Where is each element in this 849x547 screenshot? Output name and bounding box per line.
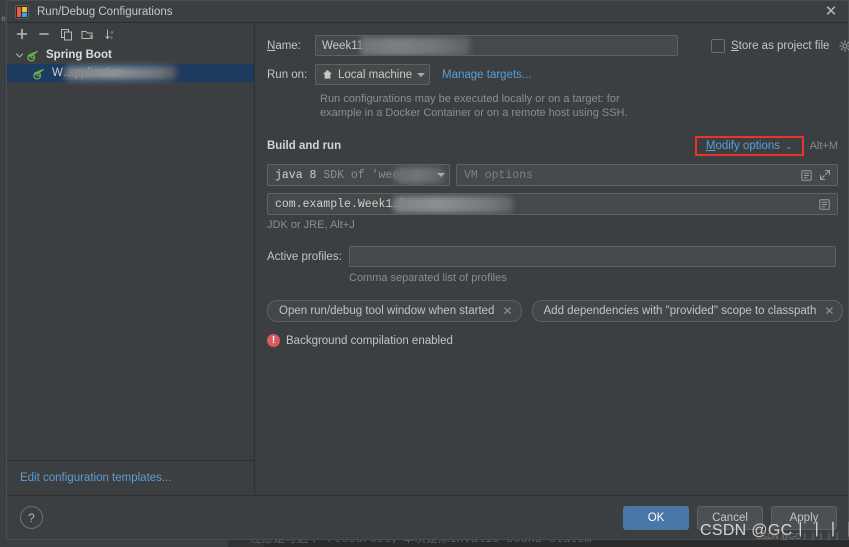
- run-debug-configurations-dialog: Run/Debug Configurations ✕ a z Spring Bo…: [6, 0, 849, 540]
- spring-boot-icon: [32, 66, 48, 80]
- chevron-down-icon[interactable]: [437, 173, 445, 177]
- store-as-project-file-checkbox[interactable]: Store as project file: [711, 38, 849, 53]
- dialog-title: Run/Debug Configurations: [37, 5, 173, 18]
- dialog-titlebar: Run/Debug Configurations ✕: [7, 1, 848, 23]
- chevron-down-icon[interactable]: [13, 51, 26, 60]
- main-class-input[interactable]: com.example.Week1…lication: [267, 193, 838, 215]
- apply-button[interactable]: Apply: [771, 505, 837, 530]
- active-profiles-row: Active profiles:: [267, 246, 838, 267]
- configurations-tree: Spring Boot W…pplication: [7, 45, 254, 460]
- list-icon[interactable]: [799, 168, 814, 183]
- tree-item-spring-boot[interactable]: Spring Boot: [7, 46, 254, 64]
- name-label: Name:: [267, 39, 301, 52]
- chip-open-run-debug-tool-window[interactable]: Open run/debug tool window when started …: [267, 300, 522, 322]
- active-profiles-label: Active profiles:: [267, 250, 342, 263]
- copy-icon[interactable]: [56, 25, 76, 44]
- chevron-down-icon[interactable]: [417, 72, 425, 77]
- warning-text: Background compilation enabled: [286, 334, 453, 347]
- checkbox-box[interactable]: [711, 38, 725, 53]
- intellij-idea-icon: [15, 4, 29, 19]
- run-on-value: Local machine: [338, 68, 413, 81]
- close-icon[interactable]: ✕: [814, 1, 848, 22]
- run-on-label: Run on:: [267, 68, 308, 81]
- configurations-sidebar: a z Spring Boot Edit configuration templ…: [7, 23, 255, 495]
- sidebar-toolbar: a z: [7, 23, 254, 45]
- background-compilation-warning: ! Background compilation enabled: [267, 334, 838, 347]
- active-profiles-input[interactable]: [349, 246, 836, 267]
- cancel-button[interactable]: Cancel: [697, 505, 763, 530]
- error-exclamation-icon: !: [267, 334, 280, 347]
- run-on-row: Run on: Local machine Manage targets...: [267, 64, 838, 85]
- expand-diagonal-icon[interactable]: [817, 168, 832, 183]
- edit-templates-area: Edit configuration templates...: [7, 460, 254, 495]
- name-input[interactable]: Week11…pplication: [315, 35, 678, 56]
- folder-arrow-icon[interactable]: [78, 25, 98, 44]
- remove-configuration-button[interactable]: [34, 25, 54, 44]
- list-icon[interactable]: [817, 197, 832, 212]
- add-configuration-button[interactable]: [12, 25, 32, 44]
- build-and-run-header: Build and run Modify options ⌄ Alt+M: [267, 136, 838, 156]
- tree-item-label: Spring Boot: [46, 49, 112, 61]
- name-row: Name: Week11…pplication Store as project…: [267, 35, 849, 56]
- redaction-blur: [360, 37, 470, 55]
- close-icon[interactable]: ✕: [824, 305, 834, 317]
- vm-options-placeholder: VM options: [464, 168, 534, 182]
- redaction-blur: [393, 196, 513, 213]
- manage-targets-link[interactable]: Manage targets...: [442, 69, 532, 81]
- gear-icon[interactable]: [839, 39, 849, 52]
- home-icon: [322, 69, 333, 80]
- configuration-form-panel: Name: Week11…pplication Store as project…: [255, 23, 849, 495]
- store-as-project-file-label: Store as project file: [731, 39, 830, 52]
- edit-configuration-templates-link[interactable]: Edit configuration templates...: [20, 472, 172, 484]
- sdk-and-vm-options-row: java 8 SDK of 'week11_… VM options: [267, 164, 838, 186]
- build-and-run-title: Build and run: [267, 140, 342, 152]
- run-on-dropdown[interactable]: Local machine: [315, 64, 430, 85]
- close-icon[interactable]: ✕: [502, 305, 512, 317]
- svg-text:a: a: [110, 29, 113, 34]
- spring-boot-icon: [26, 48, 42, 62]
- dialog-footer: ? OK Cancel Apply: [7, 495, 848, 539]
- active-profiles-hint: Comma separated list of profiles: [349, 272, 507, 284]
- main-class-value: com.example.Week1…lication: [275, 197, 455, 211]
- modify-options-button[interactable]: Modify options ⌄: [694, 136, 804, 156]
- svg-text:z: z: [110, 35, 113, 40]
- run-on-hint-text: Run configurations may be executed local…: [320, 93, 628, 119]
- chip-label: Add dependencies with "provided" scope t…: [543, 305, 817, 317]
- ok-button[interactable]: OK: [623, 505, 689, 530]
- chevron-down-icon: ⌄: [785, 140, 793, 151]
- sort-az-icon[interactable]: a z: [100, 25, 120, 44]
- redaction-blur: [65, 66, 177, 80]
- tree-item-application[interactable]: W…pplication: [7, 64, 254, 82]
- jdk-selector-dropdown[interactable]: java 8 SDK of 'week11_…: [267, 164, 450, 186]
- option-chips-row: Open run/debug tool window when started …: [267, 300, 844, 322]
- modify-options-label: Modify options: [705, 140, 781, 152]
- chip-label: Open run/debug tool window when started: [279, 305, 495, 317]
- question-mark-icon[interactable]: ?: [20, 506, 43, 529]
- dialog-body: a z Spring Boot Edit configuration templ…: [7, 23, 849, 495]
- chip-add-provided-dependencies[interactable]: Add dependencies with "provided" scope t…: [531, 300, 844, 322]
- modify-options-shortcut: Alt+M: [809, 140, 838, 152]
- vm-options-input[interactable]: VM options: [456, 164, 838, 186]
- jdk-hint-text: JDK or JRE, Alt+J: [267, 219, 355, 231]
